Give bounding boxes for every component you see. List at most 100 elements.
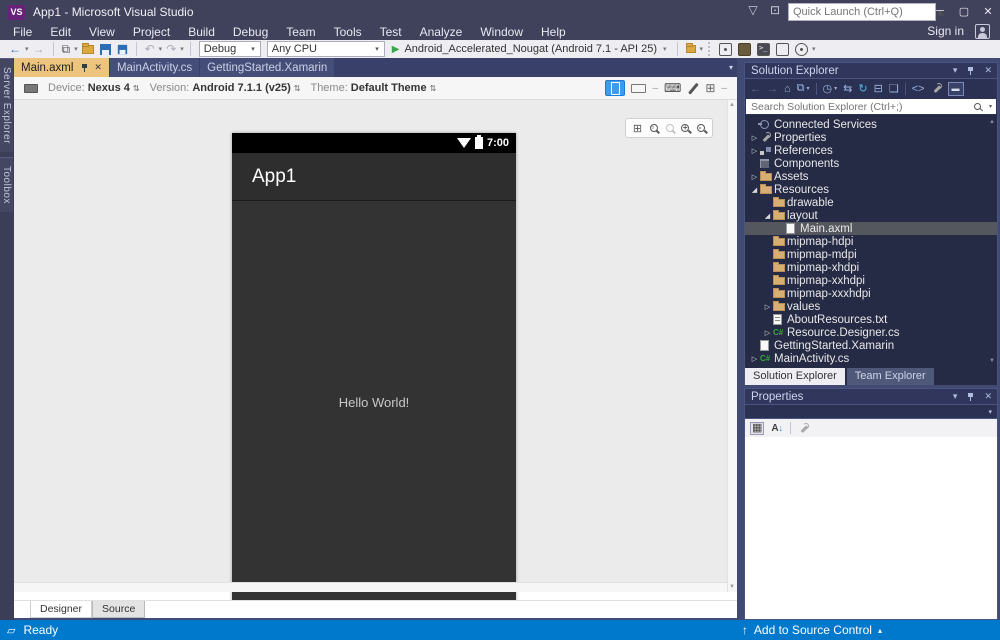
tree-item-references[interactable]: ▷References — [745, 144, 997, 157]
android-sdk-manager-icon[interactable] — [738, 43, 751, 56]
solution-explorer-search[interactable]: ▾ — [744, 98, 998, 115]
redo-icon[interactable]: ↷ — [163, 41, 179, 57]
undo-icon[interactable]: ↶ — [142, 41, 158, 57]
scroll-down-icon[interactable]: ▼ — [729, 584, 735, 590]
tree-item-mipmap-xhdpi[interactable]: mipmap-xhdpi — [745, 261, 997, 274]
tree-item-mipmap-mdpi[interactable]: mipmap-mdpi — [745, 248, 997, 261]
tree-item-values[interactable]: ▷values — [745, 300, 997, 313]
menu-project[interactable]: Project — [124, 24, 179, 40]
zoom-in-icon[interactable]: + — [681, 124, 689, 132]
close-tab-icon[interactable]: ✕ — [94, 62, 102, 73]
configuration-combobox[interactable]: Debug ▾ — [199, 41, 261, 57]
solution-explorer-search-input[interactable] — [746, 101, 974, 113]
doc-tab-mainactivity-cs[interactable]: MainActivity.cs — [110, 58, 199, 77]
view-tab-source[interactable]: Source — [92, 601, 145, 618]
expander-icon[interactable]: ▷ — [749, 147, 760, 155]
panel-tab-solution-explorer[interactable]: Solution Explorer — [745, 368, 845, 385]
doc-tab-main-axml[interactable]: Main.axml✕ — [14, 58, 109, 77]
sync-with-active-document-icon[interactable]: ⇆ — [843, 82, 852, 95]
home-icon[interactable]: ⌂ — [784, 83, 791, 95]
tree-item-layout[interactable]: ◢layout — [745, 209, 997, 222]
tree-item-gettingstarted-xamarin[interactable]: GettingStarted.Xamarin — [745, 339, 997, 352]
tree-item-components[interactable]: Components — [745, 157, 997, 170]
se-back-icon[interactable]: ← — [750, 83, 761, 95]
menu-view[interactable]: View — [80, 24, 124, 40]
grid-more-icon[interactable]: – — [721, 83, 727, 94]
pin-icon[interactable] — [966, 392, 975, 402]
minimize-button[interactable]: ─ — [928, 0, 952, 22]
theme-selector[interactable]: Default Theme — [351, 82, 427, 94]
android-emulator-manager-icon[interactable] — [795, 43, 808, 56]
platform-combobox[interactable]: Any CPU ▾ — [267, 41, 385, 57]
canvas-vertical-scrollbar[interactable]: ▲ ▼ — [727, 100, 737, 592]
show-all-files-icon[interactable]: ❏ — [889, 82, 899, 95]
menu-analyze[interactable]: Analyze — [411, 24, 472, 40]
new-project-icon[interactable]: ⧉ — [59, 41, 74, 57]
menu-debug[interactable]: Debug — [224, 24, 277, 40]
close-button[interactable]: ✕ — [976, 0, 1000, 22]
version-updown-icon[interactable]: ⇅ — [294, 84, 301, 93]
tree-item-properties[interactable]: ▷Properties — [745, 131, 997, 144]
grid-toggle-icon[interactable]: ⊞ — [705, 81, 715, 95]
version-selector[interactable]: Android 7.1.1 (v25) — [192, 82, 290, 94]
side-tab-toolbox[interactable]: Toolbox — [0, 157, 13, 212]
tree-item-aboutresources-txt[interactable]: AboutResources.txt — [745, 313, 997, 326]
fit-to-window-icon[interactable]: ⊞ — [633, 122, 642, 135]
zoom-actual-size-icon[interactable]: ▫ — [650, 124, 658, 132]
orientation-more-icon[interactable]: – — [652, 83, 658, 94]
expander-icon[interactable]: ▷ — [749, 355, 760, 363]
toolbar-overflow-icon[interactable]: ▾ — [699, 45, 705, 53]
menu-tools[interactable]: Tools — [325, 24, 371, 40]
expander-icon[interactable]: ▷ — [762, 329, 773, 337]
tree-item-resource-designer-cs[interactable]: ▷C#Resource.Designer.cs — [745, 326, 997, 339]
view-code-icon[interactable]: <> — [912, 83, 925, 95]
portrait-orientation-button[interactable] — [605, 80, 625, 96]
run-target-dropdown-icon[interactable]: ▾ — [662, 45, 668, 53]
edit-pencil-icon[interactable] — [687, 82, 699, 94]
expander-icon[interactable]: ▷ — [749, 173, 760, 181]
quick-launch-box[interactable] — [788, 3, 936, 21]
properties-header[interactable]: Properties ▾ ✕ — [744, 388, 998, 405]
hello-world-text[interactable]: Hello World! — [232, 395, 516, 410]
expander-icon[interactable]: ◢ — [749, 186, 760, 194]
close-panel-icon[interactable]: ✕ — [984, 391, 992, 402]
android-adb-console-icon[interactable] — [757, 43, 770, 56]
tree-item-drawable[interactable]: drawable — [745, 196, 997, 209]
quick-launch-input[interactable] — [789, 6, 939, 18]
restore-button[interactable]: ▢ — [952, 0, 976, 22]
tree-item-connected-services[interactable]: Connected Services — [745, 118, 997, 131]
tree-item-mipmap-xxhdpi[interactable]: mipmap-xxhdpi — [745, 274, 997, 287]
tree-item-resources[interactable]: ◢Resources — [745, 183, 997, 196]
redo-dropdown-icon[interactable]: ▾ — [179, 45, 185, 53]
window-position-dropdown-icon[interactable]: ▾ — [953, 391, 958, 402]
tree-item-mipmap-xxxhdpi[interactable]: mipmap-xxxhdpi — [745, 287, 997, 300]
save-icon[interactable] — [100, 44, 111, 55]
menu-edit[interactable]: Edit — [41, 24, 80, 40]
navigate-forward-icon[interactable]: → — [30, 41, 48, 57]
doc-tab-gettingstarted-xamarin[interactable]: GettingStarted.Xamarin — [200, 58, 334, 77]
properties-wrench-icon[interactable] — [931, 83, 942, 94]
search-dropdown-icon[interactable]: ▾ — [989, 103, 992, 110]
pin-icon[interactable] — [80, 63, 89, 73]
navigate-backward-icon[interactable]: ← — [6, 41, 24, 57]
window-position-dropdown-icon[interactable]: ▾ — [953, 65, 958, 76]
toolbar-overflow-icon[interactable]: ▾ — [811, 45, 817, 53]
android-phone-preview[interactable]: 7:00 App1 Hello World! — [232, 133, 516, 606]
menu-test[interactable]: Test — [371, 24, 411, 40]
expander-icon[interactable]: ◢ — [762, 212, 773, 220]
menu-build[interactable]: Build — [179, 24, 224, 40]
tree-scroll-up-icon[interactable]: ▲ — [989, 119, 995, 125]
menu-team[interactable]: Team — [277, 24, 324, 40]
notifications-filter-icon[interactable]: ▽ — [744, 3, 762, 17]
side-tab-server-explorer[interactable]: Server Explorer — [0, 58, 13, 152]
menu-file[interactable]: File — [4, 24, 41, 40]
expander-icon[interactable]: ▷ — [762, 303, 773, 311]
se-forward-icon[interactable]: → — [767, 83, 778, 95]
close-panel-icon[interactable]: ✕ — [984, 65, 992, 76]
switch-views-icon[interactable]: ⧉ — [797, 82, 805, 95]
theme-updown-icon[interactable]: ⇅ — [430, 84, 437, 93]
alphabetical-sort-icon[interactable]: A↓ — [771, 423, 783, 434]
attach-tool-icon[interactable] — [686, 45, 696, 53]
android-device-monitor-icon[interactable] — [776, 43, 789, 56]
pin-icon[interactable] — [966, 66, 975, 76]
